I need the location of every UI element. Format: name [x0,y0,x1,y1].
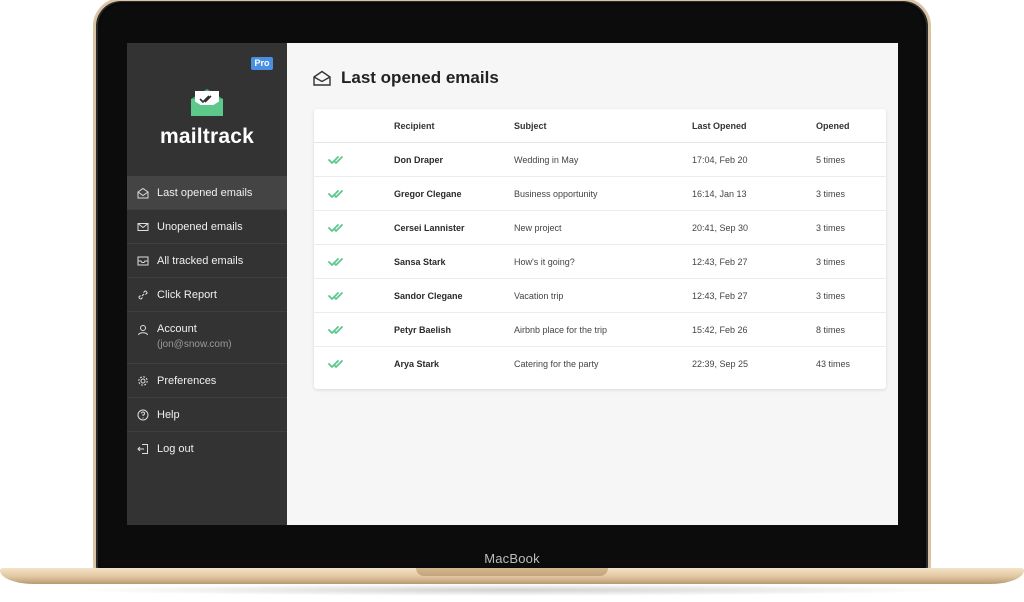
sidebar: Pro mailtrack Last opened emails Unopene… [127,43,287,525]
account-text: Account (jon@snow.com) [157,323,232,350]
sidebar-item-label: Last opened emails [157,186,253,199]
sidebar-item-logout[interactable]: Log out [127,432,287,466]
sidebar-item-label: Unopened emails [157,220,243,233]
double-check-icon [328,257,343,266]
app-screen: Pro mailtrack Last opened emails Unopene… [127,43,898,525]
last-opened-cell: 12:43, Feb 27 [692,278,816,313]
table-row[interactable]: Don Draper Wedding in May 17:04, Feb 20 … [314,142,886,177]
inbox-icon [137,256,149,265]
envelope-open-icon [313,70,331,86]
table-row[interactable]: Cersei Lannister New project 20:41, Sep … [314,210,886,245]
subject-cell: Wedding in May [514,142,692,177]
double-check-icon [328,325,343,334]
double-check-icon [328,155,343,164]
table-row[interactable]: Gregor Clegane Business opportunity 16:1… [314,176,886,211]
sidebar-item-label: Account [157,323,197,335]
subject-cell: Vacation trip [514,278,692,313]
sidebar-item-account[interactable]: Account (jon@snow.com) [127,312,287,364]
main-content: Last opened emails Recipient Subject Las… [287,43,898,525]
column-header-recipient[interactable]: Recipient [394,109,514,143]
sidebar-item-label: Click Report [157,288,217,301]
subject-cell: How's it going? [514,244,692,279]
table-row[interactable]: Sandor Clegane Vacation trip 12:43, Feb … [314,278,886,313]
laptop-shadow [60,584,964,596]
table-body: Don Draper Wedding in May 17:04, Feb 20 … [314,142,886,381]
sidebar-item-unopened[interactable]: Unopened emails [127,210,287,244]
sidebar-item-click-report[interactable]: Click Report [127,278,287,312]
last-opened-cell: 22:39, Sep 25 [692,358,749,369]
recipient-cell: Sandor Clegane [394,278,514,313]
subject-cell: Catering for the party [514,358,599,369]
page-header: Last opened emails [313,68,499,88]
envelope-icon [137,222,149,231]
last-opened-cell: 17:04, Feb 20 [692,142,816,177]
last-opened-cell: 20:41, Sep 30 [692,210,816,245]
column-header-last-opened[interactable]: Last Opened [692,109,816,143]
column-header-status [314,109,394,143]
emails-table: Recipient Subject Last Opened Opened Don… [314,109,886,380]
subject-cell: Airbnb place for the trip [514,312,692,347]
status-cell [314,312,394,347]
laptop-notch [416,568,608,576]
recipient-cell: Arya Stark [394,358,440,369]
opened-count-cell: 3 times [816,176,886,211]
status-cell [314,278,394,313]
recipient-cell: Cersei Lannister [394,210,514,245]
status-cell [314,244,394,279]
status-cell [314,176,394,211]
status-cell [314,210,394,245]
recipient-cell: Petyr Baelish [394,312,514,347]
sidebar-item-last-opened[interactable]: Last opened emails [127,176,287,210]
sidebar-item-preferences[interactable]: Preferences [127,364,287,398]
column-header-opened[interactable]: Opened [816,109,886,143]
account-email: (jon@snow.com) [157,339,232,350]
sidebar-item-help[interactable]: Help [127,398,287,432]
subject-cell: New project [514,210,692,245]
mailtrack-logo-icon [191,89,223,116]
double-check-icon [328,223,343,232]
link-icon [138,289,148,300]
pro-badge: Pro [251,57,273,70]
sidebar-item-label: Help [157,408,180,421]
opened-count-cell: 43 times [816,358,851,369]
sidebar-item-label: All tracked emails [157,254,244,267]
recipient-cell: Don Draper [394,142,514,177]
opened-count-cell: 3 times [816,278,886,313]
double-check-icon [328,359,343,368]
recipient-cell: Sansa Stark [394,244,514,279]
last-opened-cell: 16:14, Jan 13 [692,176,816,211]
logout-icon [137,444,148,454]
gear-icon [138,375,148,386]
status-cell [314,142,394,177]
opened-count-cell: 5 times [816,142,886,177]
page-title: Last opened emails [341,68,499,87]
subject-cell: Business opportunity [514,176,692,211]
device-brand-label: MacBook [484,551,540,566]
emails-table-card: Recipient Subject Last Opened Opened Don… [314,109,886,389]
status-cell [314,347,394,381]
help-icon [137,409,149,420]
app-logo-text: mailtrack [159,125,255,148]
sidebar-nav: Last opened emails Unopened emails All t… [127,176,287,466]
table-header-row: Recipient Subject Last Opened Opened [314,109,886,143]
opened-count-cell: 8 times [816,312,886,347]
last-opened-cell: 12:43, Feb 27 [692,244,816,279]
table-row[interactable]: Sansa Stark How's it going? 12:43, Feb 2… [314,244,886,279]
sidebar-item-all-tracked[interactable]: All tracked emails [127,244,287,278]
sidebar-item-label: Log out [157,443,194,455]
envelope-open-icon [137,187,149,198]
opened-count-cell: 3 times [816,244,886,279]
table-row[interactable]: Petyr Baelish Airbnb place for the trip … [314,312,886,347]
user-icon [138,325,148,336]
double-check-icon [328,291,343,300]
column-header-subject[interactable]: Subject [514,109,692,143]
double-check-icon [328,189,343,198]
opened-count-cell: 3 times [816,210,886,245]
table-row[interactable]: Arya Stark Catering for the party 22:39,… [314,347,886,381]
last-opened-cell: 15:42, Feb 26 [692,312,816,347]
recipient-cell: Gregor Clegane [394,176,514,211]
sidebar-item-label: Preferences [157,374,217,387]
